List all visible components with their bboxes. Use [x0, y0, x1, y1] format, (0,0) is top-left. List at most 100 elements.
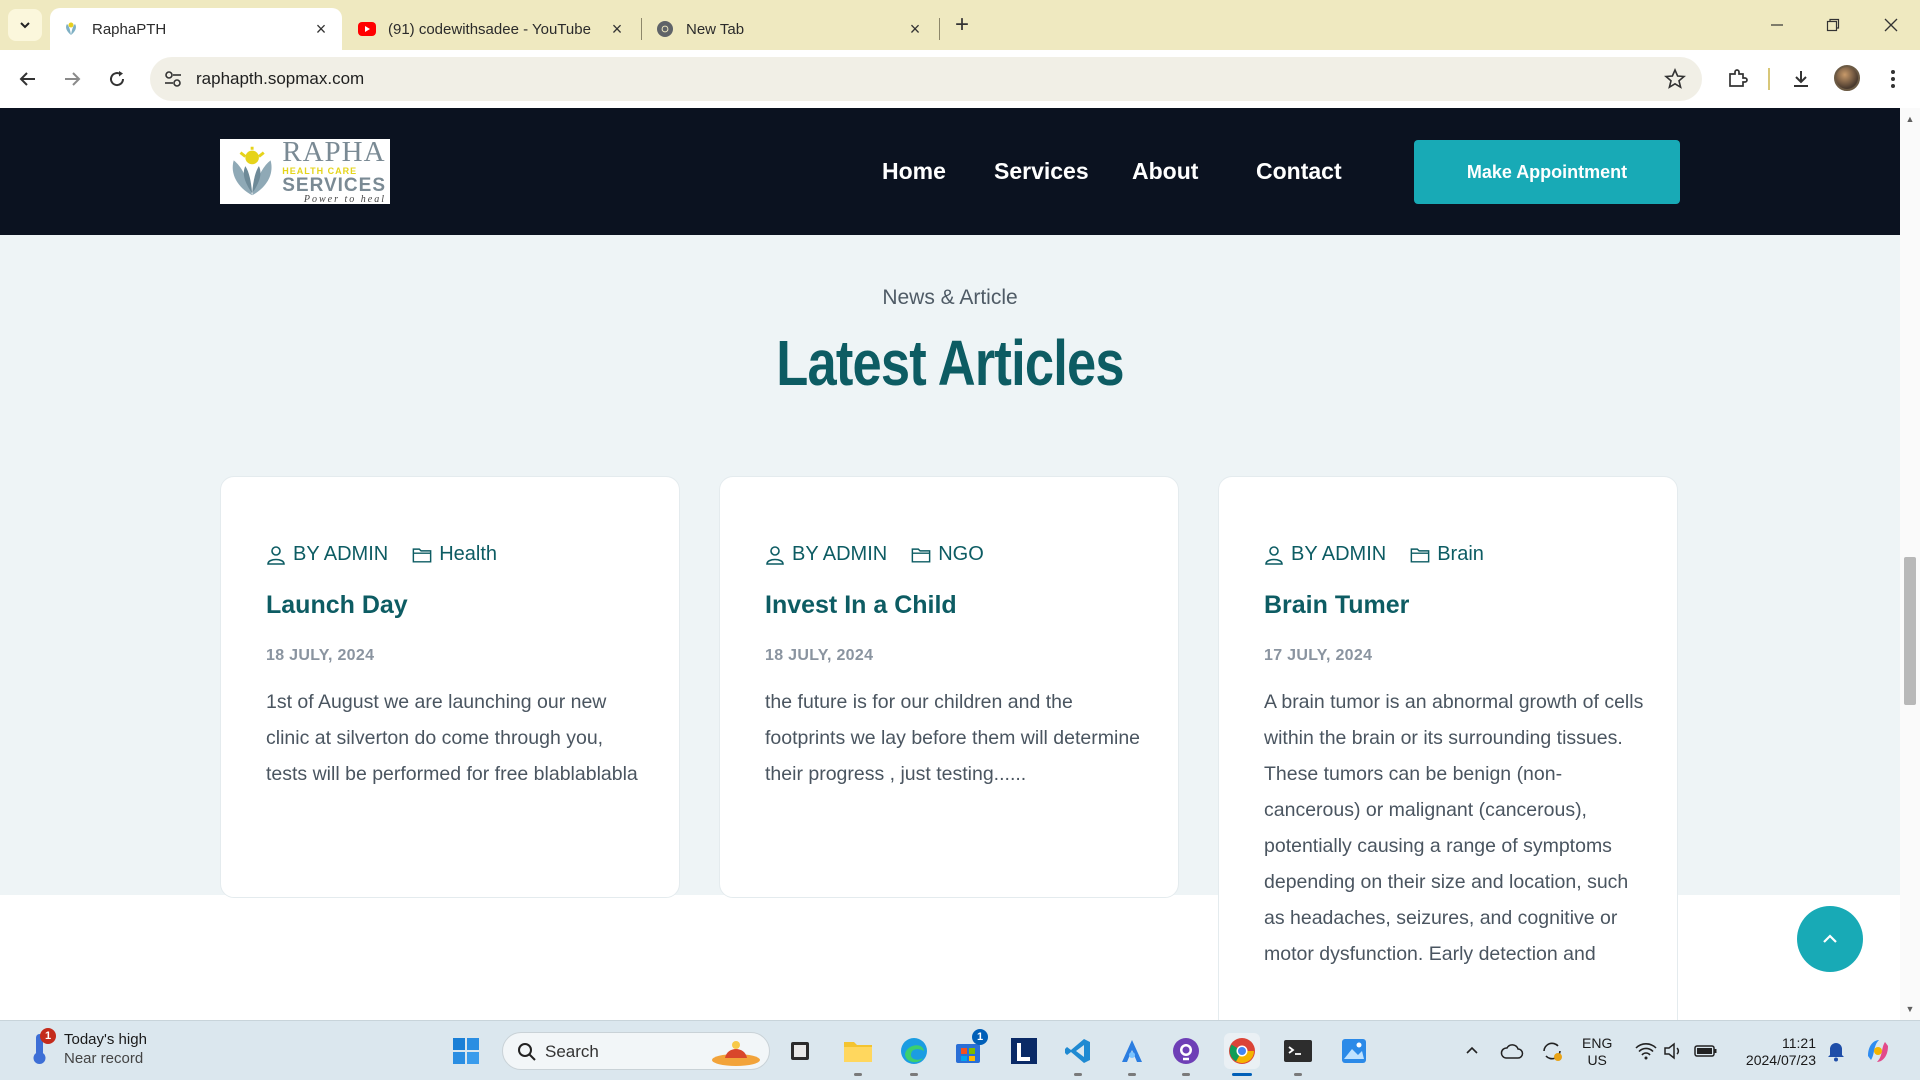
- clock[interactable]: 11:21 2024/07/23: [1736, 1035, 1816, 1069]
- weather-widget[interactable]: 1 Today's high Near record: [28, 1028, 147, 1068]
- restore-button[interactable]: [1813, 10, 1853, 40]
- chevron-up-icon: [1823, 934, 1837, 943]
- article-title[interactable]: Brain Tumer: [1264, 591, 1409, 620]
- taskbar-l-app[interactable]: [1006, 1033, 1042, 1069]
- copilot-button[interactable]: [1860, 1033, 1896, 1069]
- article-date: 17 JULY, 2024: [1264, 647, 1373, 664]
- article-category[interactable]: NGO: [938, 543, 984, 566]
- article-card[interactable]: BY ADMIN Brain Brain Tumer 17 JULY, 2024…: [1218, 476, 1678, 1020]
- scroll-down-arrow-icon[interactable]: ▼: [1905, 1004, 1915, 1014]
- site-info-icon[interactable]: [162, 68, 184, 90]
- bell-icon: [1828, 1043, 1844, 1062]
- make-appointment-button[interactable]: Make Appointment: [1414, 140, 1680, 204]
- nav-about[interactable]: About: [1132, 158, 1198, 185]
- taskbar-photos[interactable]: [1336, 1033, 1372, 1069]
- restore-icon: [1826, 18, 1840, 32]
- sync-button[interactable]: [1534, 1033, 1570, 1069]
- thermometer-icon: 1: [28, 1028, 56, 1066]
- bookmark-star-icon[interactable]: [1664, 68, 1686, 90]
- article-category[interactable]: Brain: [1437, 543, 1484, 566]
- page-viewport: RAPHA HEALTH CARE SERVICES Power to heal…: [0, 108, 1900, 1020]
- logo-tagline: Power to heal: [303, 194, 386, 205]
- new-tab-button[interactable]: +: [948, 11, 976, 39]
- back-to-top-button[interactable]: [1797, 906, 1863, 972]
- notifications-button[interactable]: [1818, 1033, 1854, 1069]
- article-author[interactable]: BY ADMIN: [792, 543, 887, 566]
- close-tab-icon[interactable]: ×: [312, 19, 330, 39]
- article-title[interactable]: Launch Day: [266, 591, 408, 620]
- article-author[interactable]: BY ADMIN: [293, 543, 388, 566]
- user-icon: [266, 545, 286, 565]
- article-excerpt: A brain tumor is an abnormal growth of c…: [1264, 691, 1644, 965]
- logo-mark-icon: [232, 146, 272, 195]
- taskbar-task-view[interactable]: [782, 1033, 818, 1069]
- volume-button[interactable]: [1656, 1033, 1692, 1069]
- logo-wordmark: RAPHA HEALTH CARE SERVICES Power to heal: [282, 138, 386, 205]
- article-card[interactable]: BY ADMIN NGO Invest In a Child 18 JULY, …: [719, 476, 1179, 898]
- running-indicator: [1128, 1073, 1136, 1076]
- tab-separator: [641, 18, 642, 40]
- running-indicator: [854, 1073, 862, 1076]
- close-tab-icon[interactable]: ×: [608, 19, 626, 39]
- taskbar-edge[interactable]: [896, 1033, 932, 1076]
- search-placeholder: Search: [545, 1042, 599, 1061]
- scroll-up-arrow-icon[interactable]: ▲: [1905, 114, 1915, 124]
- close-window-button[interactable]: [1871, 10, 1911, 40]
- reload-button[interactable]: [101, 63, 133, 95]
- chrome-icon: [656, 20, 674, 38]
- nav-home[interactable]: Home: [882, 158, 946, 185]
- active-indicator: [1232, 1073, 1252, 1076]
- taskbar-github-desktop[interactable]: [1168, 1033, 1204, 1076]
- running-indicator: [1074, 1073, 1082, 1076]
- taskbar-chrome[interactable]: [1224, 1033, 1260, 1076]
- article-title[interactable]: Invest In a Child: [765, 591, 957, 620]
- battery-icon: [1694, 1045, 1717, 1057]
- taskbar-store[interactable]: 1: [950, 1029, 988, 1069]
- tab-title: New Tab: [686, 20, 745, 38]
- taskbar-search[interactable]: Search: [502, 1032, 770, 1070]
- wifi-icon: [1635, 1043, 1657, 1060]
- logo-line-1: RAPHA: [282, 136, 386, 168]
- article-date: 18 JULY, 2024: [765, 647, 874, 664]
- profile-avatar[interactable]: [1834, 65, 1860, 91]
- page-scrollbar[interactable]: ▲ ▼: [1900, 108, 1920, 1020]
- l-app-icon: [1011, 1038, 1037, 1064]
- cloud-icon: [1500, 1044, 1524, 1059]
- extensions-button[interactable]: [1724, 66, 1750, 92]
- battery-button[interactable]: [1688, 1033, 1724, 1069]
- scrollbar-thumb[interactable]: [1904, 557, 1916, 705]
- close-tab-icon[interactable]: ×: [906, 19, 924, 39]
- tab-search-button[interactable]: [8, 9, 42, 41]
- tab-raphapth[interactable]: RaphaPTH ×: [50, 8, 342, 50]
- nav-contact[interactable]: Contact: [1256, 158, 1342, 185]
- search-highlight-icon: [712, 1041, 760, 1066]
- downloads-button[interactable]: [1788, 66, 1814, 92]
- article-author[interactable]: BY ADMIN: [1291, 543, 1386, 566]
- arrow-right-icon: [65, 72, 81, 86]
- show-hidden-icons-button[interactable]: [1454, 1033, 1490, 1069]
- task-view-icon: [791, 1042, 809, 1060]
- address-bar[interactable]: raphapth.sopmax.com: [150, 57, 1702, 101]
- nav-services[interactable]: Services: [994, 158, 1089, 185]
- forward-button[interactable]: [56, 63, 88, 95]
- section-title: Latest Articles: [776, 327, 1124, 399]
- input-language[interactable]: ENG US: [1582, 1035, 1612, 1069]
- tab-youtube[interactable]: (91) codewithsadee - YouTube ×: [346, 8, 638, 50]
- tab-new-tab[interactable]: New Tab ×: [644, 8, 936, 50]
- taskbar-file-explorer[interactable]: [840, 1033, 876, 1076]
- article-meta: BY ADMIN NGO: [765, 543, 984, 566]
- taskbar-terminal[interactable]: [1280, 1033, 1316, 1076]
- article-card[interactable]: BY ADMIN Health Launch Day 18 JULY, 2024…: [220, 476, 680, 898]
- taskbar-vscode[interactable]: [1060, 1033, 1096, 1076]
- chrome-menu-button[interactable]: [1880, 66, 1906, 92]
- url-text[interactable]: raphapth.sopmax.com: [196, 69, 364, 89]
- minimize-button[interactable]: [1757, 10, 1797, 40]
- taskbar-app-a[interactable]: [1114, 1033, 1150, 1076]
- browser-tabstrip: RaphaPTH × (91) codewithsadee - YouTube …: [0, 0, 1920, 50]
- article-category[interactable]: Health: [439, 543, 497, 566]
- back-button[interactable]: [12, 63, 44, 95]
- user-icon: [765, 545, 785, 565]
- start-button[interactable]: [448, 1033, 484, 1069]
- site-logo[interactable]: RAPHA HEALTH CARE SERVICES Power to heal: [220, 138, 390, 205]
- onedrive-button[interactable]: [1494, 1033, 1530, 1069]
